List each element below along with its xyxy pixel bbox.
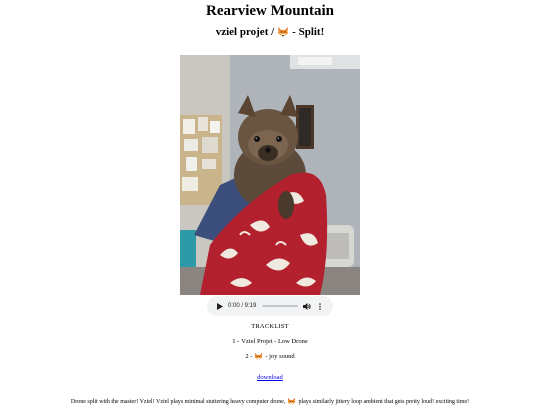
- track-title: Vziel Projet - Low Drone: [241, 338, 308, 345]
- track-item: 2 - - joy sound: [0, 352, 540, 361]
- fox-kit-photo: [180, 55, 360, 295]
- fox-emoji-icon: [254, 352, 263, 361]
- page: Rearview Mountain vziel projet / - Split…: [0, 0, 540, 405]
- fox-emoji-icon: [277, 26, 289, 38]
- download-container: download: [0, 374, 540, 381]
- play-icon[interactable]: [216, 302, 224, 310]
- more-options-icon[interactable]: [318, 302, 321, 310]
- track-number: 1 -: [232, 338, 240, 345]
- track-number: 2 -: [245, 353, 253, 360]
- volume-icon[interactable]: [303, 302, 311, 310]
- description-part2: plays similarly jittery loop ambient tha…: [298, 398, 470, 405]
- fox-emoji-icon: [287, 397, 296, 405]
- release-title-suffix: - Split!: [292, 26, 325, 38]
- time-display: 0:00 / 9:19: [228, 303, 257, 309]
- release-title: vziel projet / - Split!: [0, 26, 540, 38]
- track-item: 1 - Vziel Projet - Low Drone: [0, 338, 540, 345]
- track-title: - joy sound: [265, 353, 295, 360]
- audio-player[interactable]: 0:00 / 9:19: [207, 296, 333, 316]
- tracklist-heading: TRACKLIST: [251, 323, 289, 330]
- description-part1: Drone split with the master! Vziel! Vzie…: [70, 398, 286, 405]
- description: Drone split with the master! Vziel! Vzie…: [0, 397, 540, 405]
- release-artist: vziel projet /: [215, 26, 275, 38]
- download-link[interactable]: download: [257, 374, 283, 381]
- seek-bar[interactable]: [262, 305, 299, 307]
- site-title: Rearview Mountain: [206, 3, 334, 19]
